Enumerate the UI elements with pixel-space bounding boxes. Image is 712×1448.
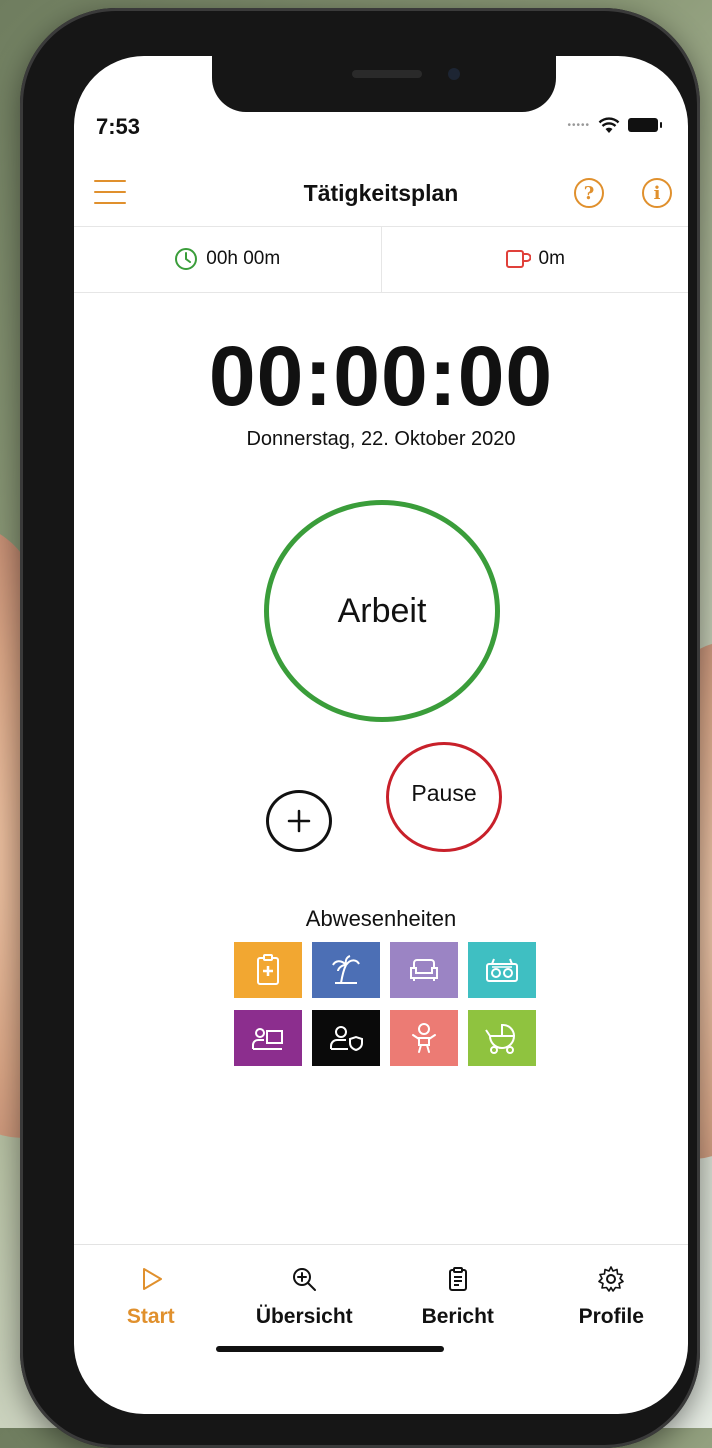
notch	[212, 56, 556, 112]
stroller-icon	[485, 1023, 516, 1054]
start-work-button[interactable]: Arbeit	[264, 500, 500, 722]
absences-heading: Abwesenheiten	[305, 906, 457, 931]
break-time-value: 0m	[538, 248, 565, 269]
daily-summary: 00h 00m 0m	[74, 226, 688, 293]
break-time-summary: 0m	[382, 226, 689, 292]
vacation-palm-icon	[332, 955, 360, 984]
gear-icon	[598, 1266, 625, 1292]
coffee-cup-icon	[505, 250, 531, 268]
absence-tile-child[interactable]	[390, 1010, 458, 1066]
clipboard-icon	[448, 1267, 467, 1291]
menu-icon[interactable]	[94, 180, 126, 208]
phone-frame: 7:53 ••••• Tätigkeitsplan ? i 00h 00m 0m…	[20, 8, 700, 1448]
pause-label: Pause	[411, 779, 477, 806]
status-time: 7:53	[96, 114, 141, 139]
help-icon[interactable]: ?	[574, 178, 604, 208]
training-presentation-icon	[252, 1028, 283, 1050]
person-shield-icon	[330, 1026, 363, 1052]
sofa-icon	[410, 959, 438, 981]
pause-button[interactable]: Pause	[386, 742, 502, 852]
play-icon	[142, 1268, 162, 1290]
tab-start-label: Start	[126, 1305, 175, 1328]
absence-tile-parental[interactable]	[468, 1010, 536, 1066]
tab-profile-label: Profile	[578, 1305, 644, 1328]
clock-icon	[175, 248, 198, 270]
app-screen: 7:53 ••••• Tätigkeitsplan ? i 00h 00m 0m…	[74, 56, 688, 1414]
speaker-grille	[352, 70, 422, 78]
tab-start[interactable]: Start	[74, 1245, 228, 1365]
status-icons: •••••	[567, 116, 662, 134]
absence-grid	[234, 942, 536, 1066]
absence-tile-vacation[interactable]	[312, 942, 380, 998]
zoom-in-icon	[293, 1268, 317, 1291]
elapsed-timer: 00:00:00	[208, 329, 554, 423]
tab-report-label: Bericht	[421, 1305, 494, 1328]
current-date: Donnerstag, 22. Oktober 2020	[246, 428, 516, 450]
tab-overview-label: Übersicht	[255, 1305, 353, 1328]
work-time-summary: 00h 00m	[74, 226, 382, 292]
signal-icon: •••••	[567, 119, 590, 131]
absence-tile-home[interactable]	[390, 942, 458, 998]
absence-tile-training[interactable]	[234, 1010, 302, 1066]
tab-profile[interactable]: Profile	[535, 1245, 689, 1365]
absence-tile-other[interactable]	[468, 942, 536, 998]
front-camera	[448, 68, 460, 80]
work-time-value: 00h 00m	[206, 248, 281, 269]
plus-icon	[287, 809, 311, 833]
home-indicator	[216, 1346, 444, 1352]
absence-tile-protection[interactable]	[312, 1010, 380, 1066]
info-icon[interactable]: i	[642, 178, 672, 208]
sick-note-icon	[257, 954, 279, 985]
add-entry-button[interactable]	[266, 790, 332, 852]
battery-icon	[628, 118, 662, 132]
nav-bar: Tätigkeitsplan ? i	[74, 164, 688, 227]
absence-tile-sick[interactable]	[234, 942, 302, 998]
wifi-icon	[598, 117, 620, 133]
radio-icon	[486, 958, 518, 982]
start-work-label: Arbeit	[337, 591, 427, 630]
baby-icon	[412, 1023, 436, 1053]
